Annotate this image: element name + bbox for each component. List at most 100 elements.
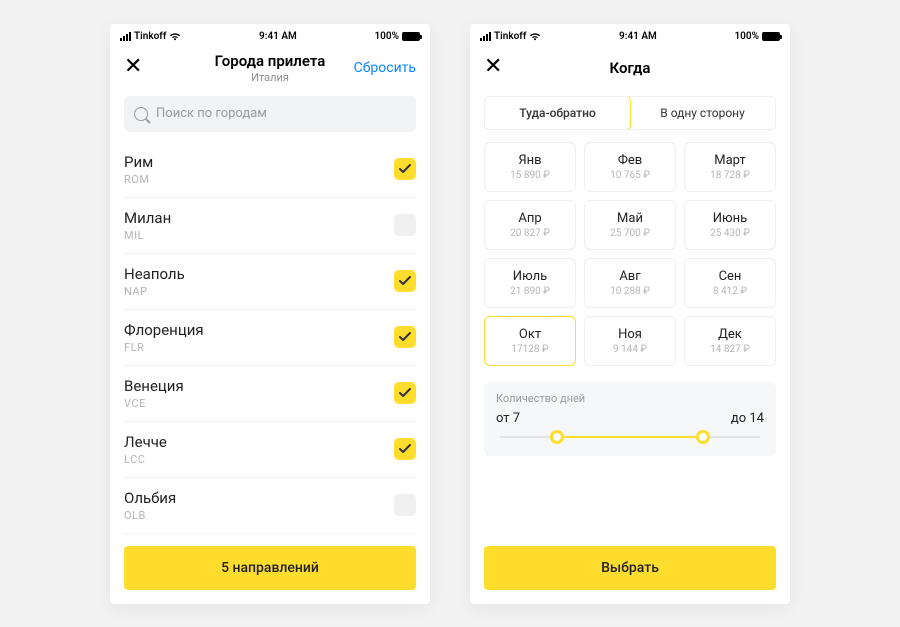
city-code: MIL [124, 229, 171, 242]
tab-one-way[interactable]: В одну сторону [630, 97, 775, 129]
month-cell[interactable]: Июль 21 890 ₽ [484, 258, 576, 308]
statusbar: Tinkoff 9:41 AM 100% [110, 24, 430, 46]
city-code: FLR [124, 341, 204, 354]
city-name: Милан [124, 209, 171, 227]
page-title: Когда [470, 59, 790, 77]
month-cell[interactable]: Окт 17128 ₽ [484, 316, 576, 366]
city-name: Флоренция [124, 321, 204, 339]
carrier-label: Tinkoff [494, 31, 526, 42]
phone-when: Tinkoff 9:41 AM 100% ✕ Когда Туда-обратн… [470, 24, 790, 604]
month-price: 10 288 ₽ [610, 286, 650, 297]
city-name: Венеция [124, 377, 184, 395]
month-name: Авг [619, 269, 640, 284]
city-row[interactable]: Салерно [124, 534, 416, 546]
city-name: Рим [124, 153, 153, 171]
city-list[interactable]: Рим ROM Милан MIL Неаполь NAP Флоренция FLR Вене… [110, 142, 430, 546]
month-name: Янв [518, 153, 541, 168]
month-name: Июль [513, 269, 547, 284]
city-row[interactable]: Флоренция FLR [124, 310, 416, 366]
close-icon[interactable]: ✕ [124, 56, 142, 78]
month-price: 25 430 ₽ [710, 228, 750, 239]
clock: 9:41 AM [181, 31, 374, 42]
month-price: 15 890 ₽ [510, 170, 550, 181]
city-row[interactable]: Ольбия OLB [124, 478, 416, 534]
month-cell[interactable]: Май 25 700 ₽ [584, 200, 676, 250]
battery-pct: 100% [734, 31, 759, 42]
month-price: 14 827 ₽ [710, 344, 750, 355]
signal-bars-icon [120, 32, 131, 41]
month-price: 20 827 ₽ [510, 228, 550, 239]
month-cell[interactable]: Март 18 728 ₽ [684, 142, 776, 192]
month-name: Июнь [713, 211, 747, 226]
month-grid: Янв 15 890 ₽ Фев10 765 ₽ Март 18 728 ₽ Апр 20 … [470, 142, 790, 366]
month-price: 10 765 ₽ [610, 170, 650, 181]
city-checkbox[interactable] [394, 326, 416, 348]
city-row[interactable]: ЛеччеLCC [124, 422, 416, 478]
carrier-label: Tinkoff [134, 31, 166, 42]
month-price: 21 890 ₽ [510, 286, 550, 297]
city-checkbox[interactable] [394, 382, 416, 404]
header: ✕ Когда [470, 46, 790, 90]
month-cell[interactable]: Апр 20 827 ₽ [484, 200, 576, 250]
month-price: 17128 ₽ [511, 344, 548, 355]
select-button[interactable]: Выбрать [484, 546, 776, 590]
close-icon[interactable]: ✕ [484, 56, 502, 78]
city-checkbox[interactable] [394, 494, 416, 516]
slider-track[interactable] [500, 436, 760, 438]
city-code: ROM [124, 173, 153, 186]
wifi-icon [169, 32, 181, 41]
city-row[interactable]: Неаполь NAP [124, 254, 416, 310]
battery-icon [402, 32, 420, 41]
days-slider[interactable]: Количество дней от 7 до 14 [484, 382, 776, 456]
apply-button-label: 5 направлений [221, 560, 319, 576]
city-checkbox[interactable] [394, 158, 416, 180]
slider-handle-from[interactable] [550, 430, 564, 444]
tab-round-trip[interactable]: Туда-обратно [484, 96, 631, 130]
search-placeholder: Поиск по городам [156, 106, 267, 121]
signal-bars-icon [480, 32, 491, 41]
city-row[interactable]: Милан MIL [124, 198, 416, 254]
month-name: Ноя [618, 327, 642, 342]
city-code: NAP [124, 285, 185, 298]
month-cell[interactable]: Дек 14 827 ₽ [684, 316, 776, 366]
city-checkbox[interactable] [394, 270, 416, 292]
city-row[interactable]: Венеция VCE [124, 366, 416, 422]
month-cell[interactable]: Ноя 9 144 ₽ [584, 316, 676, 366]
month-price: 8 412 ₽ [713, 286, 747, 297]
month-cell[interactable]: Июнь 25 430 ₽ [684, 200, 776, 250]
city-code: VCE [124, 397, 184, 410]
wifi-icon [529, 32, 541, 41]
battery-pct: 100% [374, 31, 399, 42]
month-name: Май [617, 211, 643, 226]
month-price: 18 728 ₽ [710, 170, 750, 181]
slider-to: до 14 [731, 411, 764, 426]
month-price: 9 144 ₽ [613, 344, 647, 355]
apply-button[interactable]: 5 направлений [124, 546, 416, 590]
header: ✕ Города прилета Италия Сбросить [110, 46, 430, 90]
statusbar: Tinkoff 9:41 AM 100% [470, 24, 790, 46]
search-icon [134, 107, 148, 121]
month-cell[interactable]: Сен 8 412 ₽ [684, 258, 776, 308]
month-name: Апр [518, 211, 541, 226]
city-checkbox[interactable] [394, 438, 416, 460]
search-input[interactable]: Поиск по городам [124, 96, 416, 132]
month-name: Окт [519, 327, 541, 342]
month-name: Сен [719, 269, 742, 284]
month-name: Дек [718, 327, 742, 342]
city-code: LCC [124, 453, 167, 466]
city-checkbox[interactable] [394, 214, 416, 236]
month-cell[interactable]: Фев10 765 ₽ [584, 142, 676, 192]
battery-icon [762, 32, 780, 41]
reset-button[interactable]: Сбросить [354, 60, 416, 76]
slider-handle-to[interactable] [696, 430, 710, 444]
month-name: Март [714, 153, 745, 168]
city-row[interactable]: Рим ROM [124, 142, 416, 198]
month-price: 25 700 ₽ [610, 228, 650, 239]
month-cell[interactable]: Авг 10 288 ₽ [584, 258, 676, 308]
trip-type-segmented[interactable]: Туда-обратно В одну сторону [484, 96, 776, 130]
city-code: OLB [124, 509, 176, 522]
month-cell[interactable]: Янв 15 890 ₽ [484, 142, 576, 192]
slider-from: от 7 [496, 411, 520, 426]
city-name: Ольбия [124, 489, 176, 507]
city-name: Неаполь [124, 265, 185, 283]
